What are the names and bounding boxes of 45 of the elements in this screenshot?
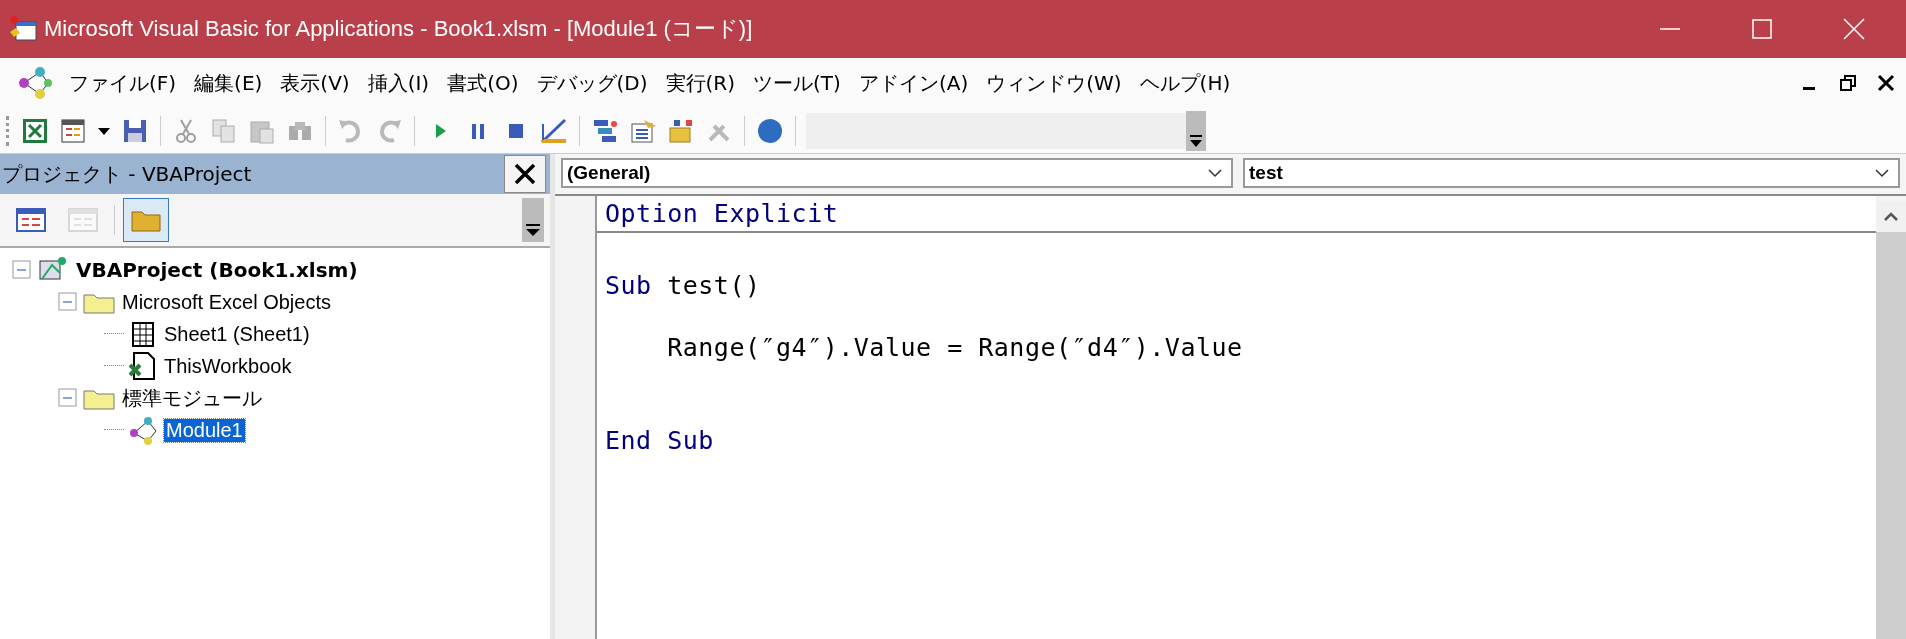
code-line: End Sub: [605, 425, 714, 456]
menu-item[interactable]: ツール(T): [744, 69, 850, 97]
toolbar-options-icon[interactable]: [1186, 110, 1206, 151]
chevron-down-icon: [1207, 168, 1223, 178]
menu-item[interactable]: デバッグ(D): [527, 69, 657, 97]
chevron-down-icon: [1874, 168, 1890, 178]
code-line: Sub test(): [605, 270, 761, 301]
tree-item[interactable]: ThisWorkbook: [162, 354, 294, 378]
menu-item[interactable]: ファイル(F): [60, 69, 186, 97]
collapse-icon[interactable]: [58, 388, 78, 408]
menu-item[interactable]: ウィンドウ(W): [977, 69, 1131, 97]
window-title: Microsoft Visual Basic for Applications - Book1.xlsm - [Module1 (コード)]: [44, 15, 753, 43]
menu-item[interactable]: アドイン(A): [849, 69, 978, 97]
form-icon: [15, 206, 47, 234]
collapse-icon[interactable]: [58, 292, 78, 312]
object-dropdown[interactable]: (General): [561, 158, 1233, 188]
menu-item[interactable]: 編集(E): [185, 69, 272, 97]
restore-icon[interactable]: [1838, 73, 1858, 93]
tree-item[interactable]: VBAProject (Book1.xlsm): [74, 258, 360, 282]
menu-item[interactable]: 挿入(I): [358, 69, 439, 97]
tree-item[interactable]: Module1: [164, 418, 245, 442]
panel-title: プロジェクト - VBAProject: [2, 160, 252, 188]
close-icon: [513, 162, 537, 186]
app-icon: [8, 14, 38, 44]
code-line: Range(″g4″).Value = Range(″d4″).Value: [666, 332, 1243, 363]
procedure-dropdown[interactable]: test: [1243, 158, 1900, 188]
menu-item[interactable]: 表示(V): [271, 69, 359, 97]
maximize-icon[interactable]: [1750, 17, 1774, 41]
vertical-scrollbar[interactable]: [1876, 196, 1906, 639]
menu-item[interactable]: 書式(O): [438, 69, 528, 97]
tree-item[interactable]: 標準モジュール: [120, 384, 264, 412]
toolbar-field[interactable]: [806, 112, 1186, 149]
scroll-up-icon[interactable]: [1876, 202, 1906, 232]
workbook-icon: [128, 351, 158, 381]
collapse-icon[interactable]: [12, 260, 32, 280]
menu-item[interactable]: 実行(R): [656, 69, 745, 97]
toolbar-options-icon[interactable]: [522, 198, 544, 242]
menu-item[interactable]: ヘルプ(H): [1130, 69, 1240, 97]
code-line: Option Explicit: [605, 198, 839, 229]
form-icon: [67, 206, 99, 234]
close-icon[interactable]: [1876, 73, 1896, 93]
close-button[interactable]: [504, 155, 546, 193]
toggle-folders-button[interactable]: [123, 198, 169, 242]
tree-item[interactable]: Sheet1 (Sheet1): [162, 322, 312, 346]
tree-item[interactable]: Microsoft Excel Objects: [120, 290, 333, 314]
